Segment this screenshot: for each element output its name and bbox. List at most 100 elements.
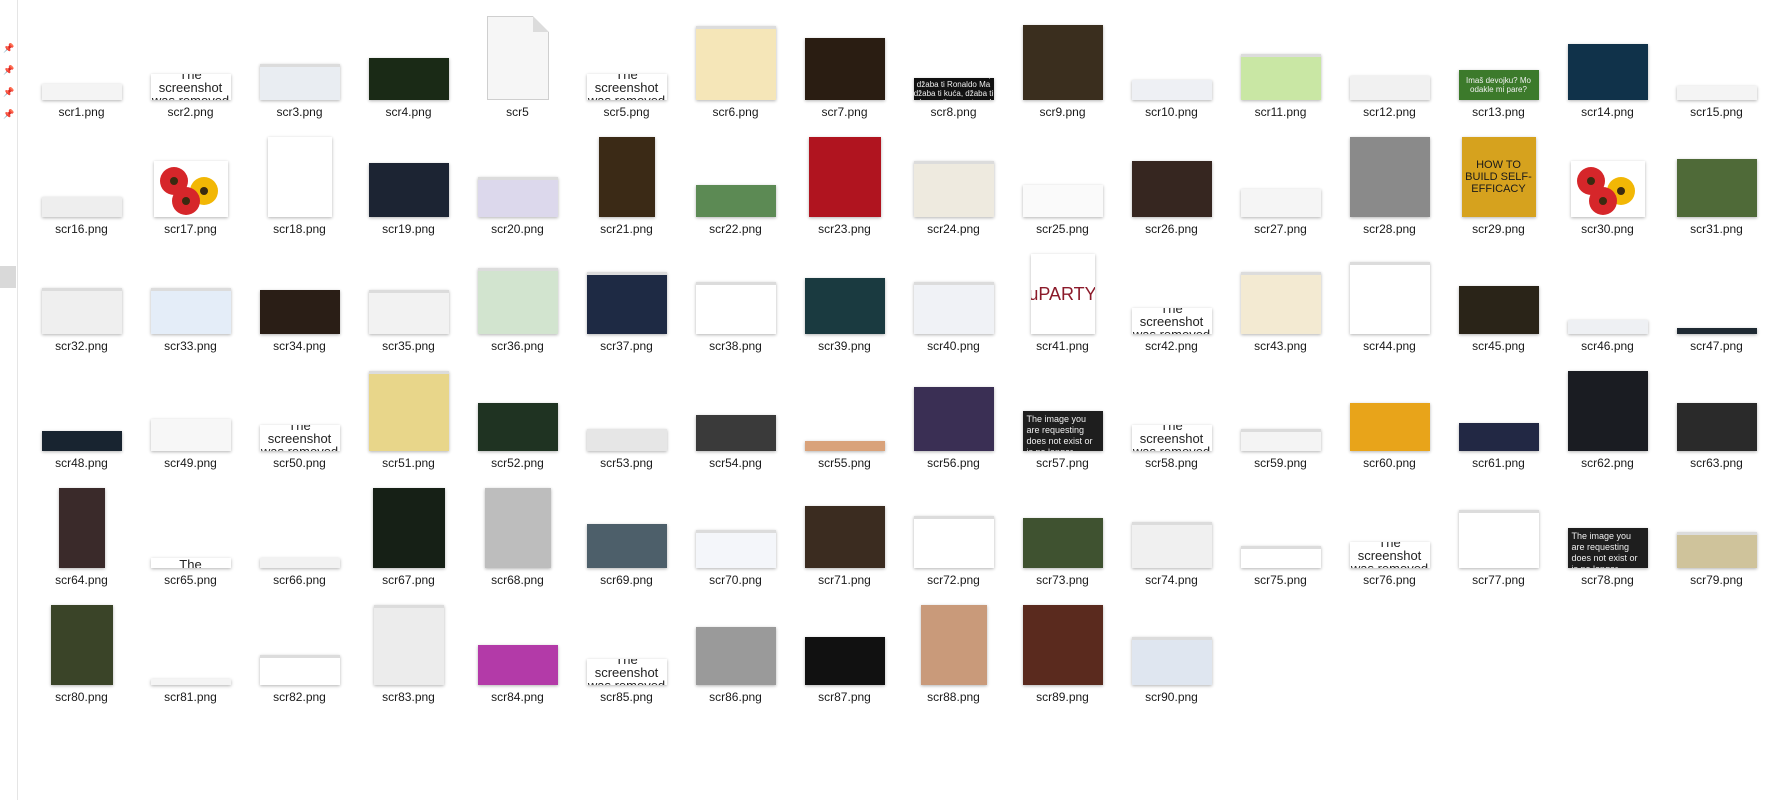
file-item[interactable]: scr32.png [27, 242, 136, 359]
file-item[interactable]: scr79.png [1662, 476, 1771, 593]
file-item[interactable]: scr52.png [463, 359, 572, 476]
file-item[interactable]: scr54.png [681, 359, 790, 476]
file-item[interactable]: scr87.png [790, 593, 899, 710]
file-item[interactable]: scr11.png [1226, 8, 1335, 125]
file-item[interactable]: scr81.png [136, 593, 245, 710]
file-item[interactable]: scr6.png [681, 8, 790, 125]
file-item[interactable]: scr15.png [1662, 8, 1771, 125]
file-item[interactable]: scr43.png [1226, 242, 1335, 359]
file-item[interactable]: scr38.png [681, 242, 790, 359]
file-item[interactable]: scr31.png [1662, 125, 1771, 242]
pin-icon[interactable]: 📌 [3, 88, 14, 98]
file-item[interactable]: scr36.png [463, 242, 572, 359]
file-item[interactable]: scr30.png [1553, 125, 1662, 242]
file-item[interactable]: scr77.png [1444, 476, 1553, 593]
file-item[interactable]: scr59.png [1226, 359, 1335, 476]
file-item[interactable]: scr68.png [463, 476, 572, 593]
file-item[interactable]: The screenshot was removed scr2.png [136, 8, 245, 125]
file-item[interactable]: scr48.png [27, 359, 136, 476]
file-item[interactable]: scr1.png [27, 8, 136, 125]
file-item[interactable]: scr22.png [681, 125, 790, 242]
file-item[interactable]: The screenshot was removed scr85.png [572, 593, 681, 710]
file-item[interactable]: scr28.png [1335, 125, 1444, 242]
file-item[interactable]: scr70.png [681, 476, 790, 593]
file-item[interactable]: scr55.png [790, 359, 899, 476]
file-item[interactable]: scr20.png [463, 125, 572, 242]
file-item[interactable]: scr86.png [681, 593, 790, 710]
file-item[interactable]: scr10.png [1117, 8, 1226, 125]
file-name: scr29.png [1472, 222, 1525, 236]
file-item[interactable]: scr63.png [1662, 359, 1771, 476]
file-item[interactable]: scr17.png [136, 125, 245, 242]
file-item[interactable]: The screenshot was removed scr58.png [1117, 359, 1226, 476]
file-item[interactable]: scr24.png [899, 125, 1008, 242]
file-item[interactable]: scr84.png [463, 593, 572, 710]
file-item[interactable]: scr40.png [899, 242, 1008, 359]
file-item[interactable]: The screenshot was removed scr50.png [245, 359, 354, 476]
file-item[interactable]: scr88.png [899, 593, 1008, 710]
file-item[interactable]: The screenshot was removed scr5.png [572, 8, 681, 125]
file-name: scr85.png [600, 690, 653, 704]
file-item[interactable]: scr56.png [899, 359, 1008, 476]
file-item[interactable]: scr69.png [572, 476, 681, 593]
file-item[interactable]: scr3.png [245, 8, 354, 125]
file-item[interactable]: scr66.png [245, 476, 354, 593]
file-item[interactable]: uPARTY scr41.png [1008, 242, 1117, 359]
file-item[interactable]: scr39.png [790, 242, 899, 359]
pin-icon[interactable]: 📌 [3, 66, 14, 76]
file-item[interactable]: scr64.png [27, 476, 136, 593]
file-item[interactable]: scr67.png [354, 476, 463, 593]
file-item[interactable]: scr23.png [790, 125, 899, 242]
file-item[interactable]: scr73.png [1008, 476, 1117, 593]
pin-icon[interactable]: 📌 [3, 110, 14, 120]
file-item[interactable]: scr83.png [354, 593, 463, 710]
file-item[interactable]: scr61.png [1444, 359, 1553, 476]
file-thumbnail [1566, 17, 1649, 100]
file-item[interactable]: scr80.png [27, 593, 136, 710]
file-item[interactable]: scr74.png [1117, 476, 1226, 593]
file-item[interactable]: scr19.png [354, 125, 463, 242]
file-item[interactable]: scr72.png [899, 476, 1008, 593]
file-item[interactable]: scr90.png [1117, 593, 1226, 710]
file-item[interactable]: scr34.png [245, 242, 354, 359]
file-item[interactable]: scr16.png [27, 125, 136, 242]
file-item[interactable]: scr25.png [1008, 125, 1117, 242]
file-item[interactable]: scr89.png [1008, 593, 1117, 710]
file-item[interactable]: scr12.png [1335, 8, 1444, 125]
file-item[interactable]: scr14.png [1553, 8, 1662, 125]
file-item[interactable]: The screenshot scr65.png [136, 476, 245, 593]
file-item[interactable]: The screenshot was removed scr76.png [1335, 476, 1444, 593]
file-item[interactable]: scr60.png [1335, 359, 1444, 476]
file-item[interactable]: Ma džaba ti Roberto, džaba ti Ronaldo Ma… [899, 8, 1008, 125]
file-item[interactable]: scr44.png [1335, 242, 1444, 359]
nav-selected-item[interactable] [0, 266, 16, 288]
file-item[interactable]: The screenshot was removed scr42.png [1117, 242, 1226, 359]
file-item[interactable]: scr62.png [1553, 359, 1662, 476]
file-item[interactable]: scr7.png [790, 8, 899, 125]
file-item[interactable]: scr51.png [354, 359, 463, 476]
thumbnail-image [1022, 25, 1103, 100]
file-item[interactable]: scr47.png [1662, 242, 1771, 359]
file-item[interactable]: scr33.png [136, 242, 245, 359]
file-item[interactable]: scr71.png [790, 476, 899, 593]
file-item[interactable]: HOW TO BUILD SELF-EFFICACY scr29.png [1444, 125, 1553, 242]
file-item[interactable]: scr53.png [572, 359, 681, 476]
file-item[interactable]: scr49.png [136, 359, 245, 476]
file-item[interactable]: scr35.png [354, 242, 463, 359]
file-item[interactable]: scr9.png [1008, 8, 1117, 125]
file-item[interactable]: scr5 [463, 8, 572, 125]
file-item[interactable]: scr82.png [245, 593, 354, 710]
file-item[interactable]: scr46.png [1553, 242, 1662, 359]
file-item[interactable]: scr37.png [572, 242, 681, 359]
file-item[interactable]: scr21.png [572, 125, 681, 242]
file-item[interactable]: scr27.png [1226, 125, 1335, 242]
file-item[interactable]: scr75.png [1226, 476, 1335, 593]
file-item[interactable]: The image you are requesting does not ex… [1008, 359, 1117, 476]
file-item[interactable]: scr18.png [245, 125, 354, 242]
file-item[interactable]: scr4.png [354, 8, 463, 125]
pin-icon[interactable]: 📌 [3, 44, 14, 54]
file-item[interactable]: The image you are requesting does not ex… [1553, 476, 1662, 593]
file-item[interactable]: scr45.png [1444, 242, 1553, 359]
file-item[interactable]: scr26.png [1117, 125, 1226, 242]
file-item[interactable]: Imaš devojku? Mo odakle mi pare? scr13.pn… [1444, 8, 1553, 125]
